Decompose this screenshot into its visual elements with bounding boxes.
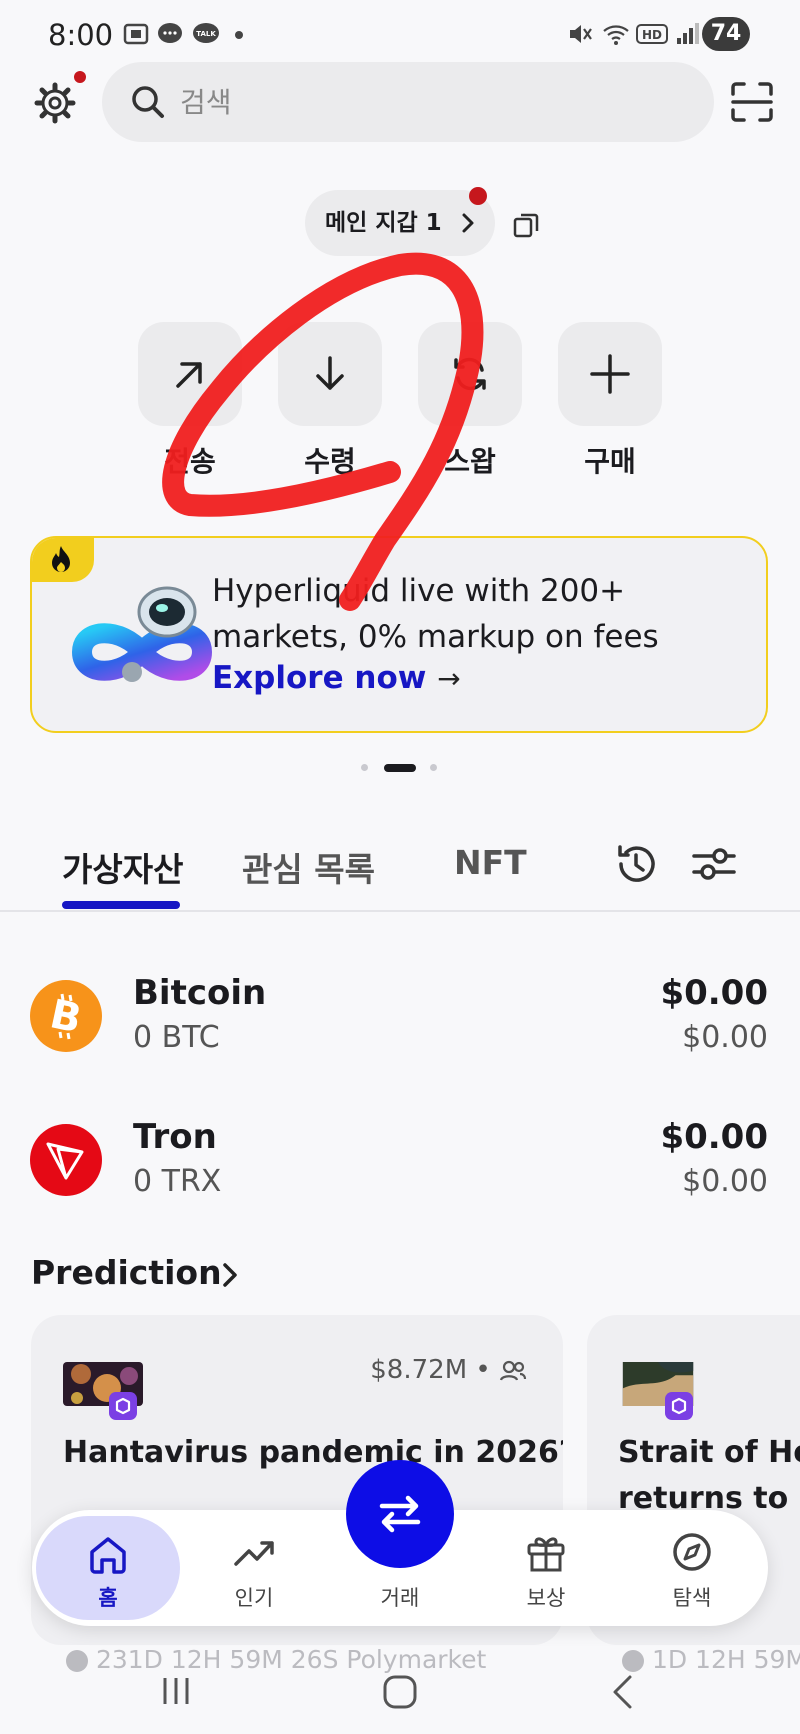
- qr-scan-icon[interactable]: [730, 82, 774, 122]
- screenshot-icon: [123, 23, 149, 45]
- nav-popular-label: 인기: [234, 1586, 274, 1610]
- market-question: Hantavirus pandemic in 2026?: [63, 1435, 563, 1470]
- active-tab-indicator: [62, 901, 180, 909]
- filter-sliders-icon[interactable]: [690, 840, 738, 888]
- nav-home[interactable]: 홈: [36, 1516, 180, 1620]
- gift-icon: [527, 1537, 565, 1572]
- arrow-up-right-icon: [176, 362, 202, 388]
- system-navigation-bar: [0, 1660, 800, 1734]
- wallet-name: 메인 지갑 1: [325, 210, 442, 236]
- nav-popular[interactable]: 인기: [184, 1510, 324, 1626]
- wallet-notification-dot: [469, 187, 487, 205]
- wifi-icon: [603, 25, 629, 45]
- nav-explore[interactable]: 탐색: [622, 1510, 762, 1626]
- notification-dot-icon: [235, 31, 243, 39]
- home-circle-icon[interactable]: [382, 1674, 418, 1710]
- back-icon[interactable]: [610, 1674, 634, 1710]
- send-button[interactable]: [138, 322, 242, 426]
- wallet-selector[interactable]: 메인 지갑 1: [305, 190, 495, 256]
- hyperliquid-art-icon: [71, 586, 213, 682]
- asset-fiat-value: $0.00: [682, 1020, 768, 1055]
- buy-label: 구매: [584, 445, 636, 478]
- nav-explore-label: 탐색: [672, 1586, 712, 1610]
- copy-icon[interactable]: [512, 211, 540, 239]
- hot-badge: [32, 538, 94, 582]
- tron-logo-icon: [30, 1124, 102, 1196]
- promo-banner[interactable]: Hyperliquid live with 200+ markets, 0% m…: [30, 536, 768, 733]
- asset-name: Bitcoin: [133, 973, 267, 1013]
- carousel-dot: [361, 764, 368, 771]
- swap-arrows-icon: [379, 1495, 421, 1533]
- bitcoin-logo-icon: B: [30, 980, 102, 1052]
- search-icon: [132, 86, 164, 118]
- compass-icon: [673, 1533, 711, 1571]
- battery-indicator: 74: [702, 17, 750, 51]
- trade-button[interactable]: [346, 1460, 454, 1568]
- nav-rewards-label: 보상: [526, 1586, 566, 1610]
- arrow-down-icon: [316, 356, 344, 390]
- market-volume: $8.72M •: [370, 1355, 527, 1385]
- settings-notification-dot: [74, 71, 86, 83]
- status-time: 8:00: [48, 18, 114, 52]
- asset-fiat-value: $0.00: [682, 1164, 768, 1199]
- banner-text: Hyperliquid live with 200+ markets, 0% m…: [212, 573, 659, 655]
- home-icon: [90, 1537, 126, 1574]
- send-label: 전송: [164, 445, 216, 478]
- svg-text:HD: HD: [642, 28, 662, 42]
- fire-icon: [52, 546, 70, 572]
- asset-row-tron[interactable]: Tron 0 TRX $0.00 $0.00: [0, 1109, 800, 1219]
- polymarket-badge-icon: [109, 1392, 137, 1420]
- receive-label: 수령: [304, 445, 356, 478]
- trending-up-icon: [234, 1541, 274, 1566]
- swap-button[interactable]: [418, 322, 522, 426]
- prediction-heading[interactable]: Prediction: [31, 1253, 222, 1292]
- swap-icon: [454, 357, 486, 391]
- nav-home-label: 홈: [98, 1586, 118, 1610]
- nav-trade-label: 거래: [380, 1586, 420, 1610]
- talk-icon: TALK: [193, 23, 219, 43]
- swap-label: 스왑: [444, 445, 496, 478]
- asset-name: Tron: [133, 1117, 217, 1157]
- history-icon[interactable]: [612, 840, 660, 888]
- polymarket-badge-icon: [665, 1392, 693, 1420]
- carousel-dot-active: [384, 764, 416, 772]
- tab-crypto[interactable]: 가상자산: [62, 843, 183, 891]
- status-bar: 8:00 TALK HD 74: [0, 0, 800, 66]
- explore-now-label: Explore now: [212, 660, 427, 696]
- search-bar[interactable]: [102, 62, 714, 142]
- asset-value: $0.00: [660, 973, 768, 1013]
- plus-icon: [590, 354, 630, 394]
- chevron-right-icon: [462, 213, 474, 233]
- carousel-pagination: [358, 762, 448, 772]
- asset-amount: 0 TRX: [133, 1164, 222, 1199]
- signal-icon: [677, 23, 699, 44]
- recent-apps-icon[interactable]: [160, 1674, 192, 1708]
- market-question: Strait of Hor: [618, 1435, 800, 1470]
- asset-amount: 0 BTC: [133, 1020, 220, 1055]
- mute-icon: [570, 25, 592, 43]
- hd-icon: HD: [636, 24, 668, 44]
- chevron-right-icon[interactable]: [222, 1262, 238, 1288]
- receive-button[interactable]: [278, 322, 382, 426]
- wallet-home-screen: 8:00 TALK HD 74 메인 지갑 1: [0, 0, 800, 1734]
- settings-gear-icon[interactable]: [32, 80, 78, 126]
- nav-rewards[interactable]: 보상: [476, 1510, 616, 1626]
- explore-now-link[interactable]: Explore now →: [212, 660, 461, 696]
- svg-text:TALK: TALK: [196, 30, 216, 38]
- arrow-right-icon: →: [437, 662, 461, 695]
- tab-nft[interactable]: NFT: [454, 843, 527, 882]
- tab-watchlist[interactable]: 관심 목록: [242, 843, 375, 891]
- search-input[interactable]: [180, 80, 680, 124]
- buy-button[interactable]: [558, 322, 662, 426]
- tabs-divider: [0, 910, 800, 912]
- users-icon: [499, 1360, 527, 1381]
- asset-row-bitcoin[interactable]: B Bitcoin 0 BTC $0.00 $0.00: [0, 965, 800, 1075]
- asset-value: $0.00: [660, 1117, 768, 1157]
- carousel-dot: [430, 764, 437, 771]
- chat-icon: [158, 23, 182, 43]
